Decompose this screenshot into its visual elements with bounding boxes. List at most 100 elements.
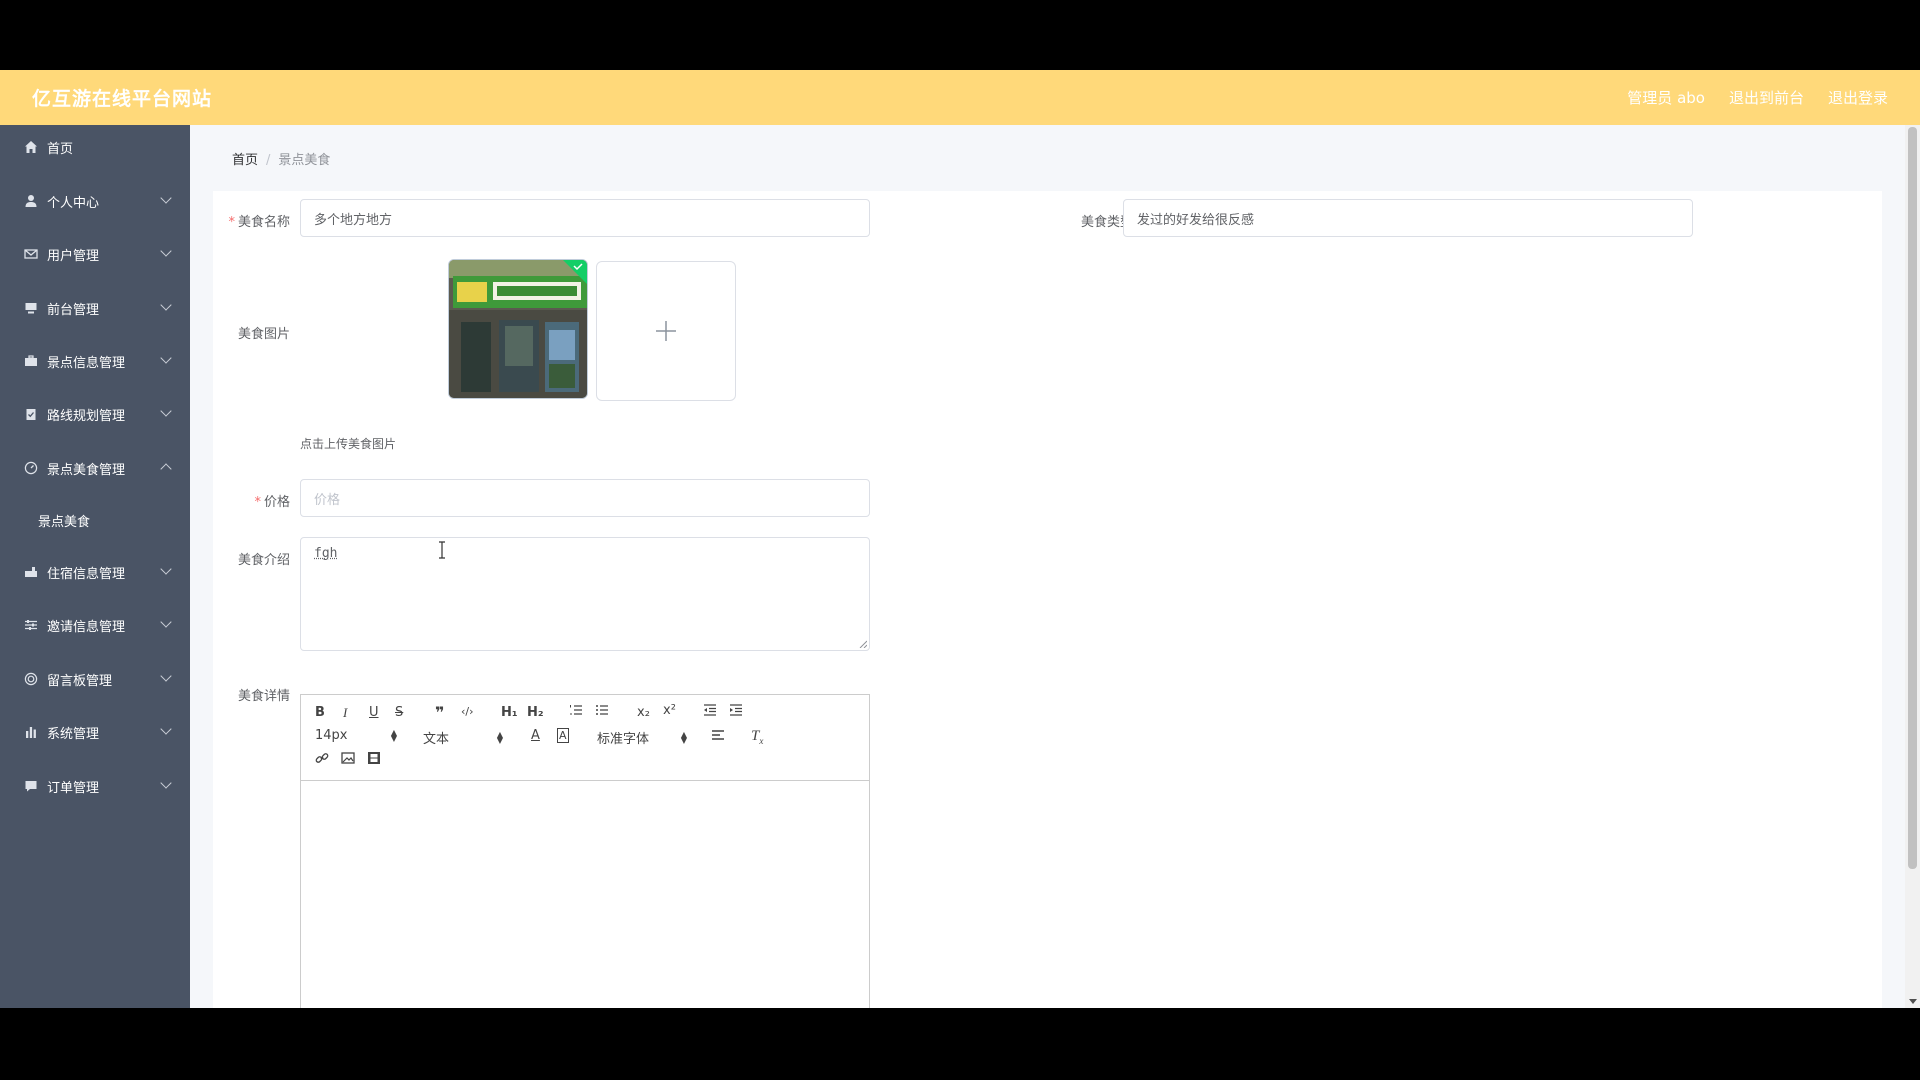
chevron-down-icon	[160, 777, 172, 789]
food-name-label: * 美食名称	[228, 215, 290, 230]
food-intro-label: 美食介绍	[237, 553, 290, 568]
underline-button[interactable]: U	[369, 705, 379, 720]
chevron-down-icon	[160, 670, 172, 682]
bold-button[interactable]: B	[315, 705, 325, 720]
required-mark: *	[254, 495, 261, 510]
select-arrows-icon: ▲ ▼	[680, 729, 687, 745]
chevron-down-icon	[160, 723, 172, 735]
sidebar-item-lodging-info[interactable]: 住宿信息管理	[0, 552, 190, 592]
breadcrumb-home[interactable]: 首页	[232, 153, 258, 168]
comment-icon	[23, 778, 39, 794]
food-type-input[interactable]: 发过的好发给很反感	[1123, 199, 1693, 237]
sidebar-item-scenic-food[interactable]: 景点美食管理	[0, 448, 190, 488]
indent-icon[interactable]	[729, 703, 743, 721]
sidebar-subitem-scenic-food[interactable]: 景点美食	[0, 500, 190, 540]
chevron-down-icon	[160, 192, 172, 204]
app-window: 亿互游在线平台网站 管理员 abo 退出到前台 退出登录 首页 个人中心 用户管…	[0, 70, 1920, 1008]
page-scrollbar[interactable]	[1905, 125, 1920, 1008]
resize-handle-icon[interactable]	[859, 640, 867, 648]
target-icon	[23, 671, 39, 687]
food-type-label: 美食类型	[1080, 215, 1133, 230]
food-intro-textarea[interactable]: fgh	[300, 537, 870, 651]
sidebar-item-system-management[interactable]: 系统管理	[0, 712, 190, 752]
mail-icon	[23, 246, 39, 262]
paragraph-format-select[interactable]: 文本 ▲ ▼	[423, 728, 503, 747]
blockquote-icon[interactable]: ❞	[435, 703, 444, 722]
food-name-input[interactable]: 多个地方地方	[300, 199, 870, 237]
background-color-button[interactable]: A	[557, 728, 569, 743]
ordered-list-icon[interactable]	[569, 703, 583, 721]
header-links: 管理员 abo 退出到前台 退出登录	[1627, 87, 1888, 108]
chevron-down-icon	[160, 563, 172, 575]
align-icon[interactable]	[711, 728, 725, 746]
clear-format-button[interactable]: Tx	[751, 728, 763, 746]
font-size-select[interactable]: 14px ▲ ▼	[315, 728, 397, 743]
subscript-button[interactable]: x₂	[637, 705, 650, 720]
upload-add-button[interactable]	[596, 261, 736, 401]
link-icon[interactable]	[315, 751, 329, 769]
top-header: 亿互游在线平台网站 管理员 abo 退出到前台 退出登录	[0, 70, 1920, 125]
editor-toolbar: B I U S ❞ ‹/› H₁ H₂ x₂ x² 14px ▲ ▼ 文本 ▲ …	[301, 695, 869, 781]
bar-chart-icon	[23, 724, 39, 740]
chevron-down-icon	[160, 405, 172, 417]
clipboard-icon	[23, 406, 39, 422]
italic-button[interactable]: I	[343, 705, 347, 721]
upload-success-badge	[563, 260, 587, 284]
superscript-button[interactable]: x²	[663, 703, 676, 718]
logout-link[interactable]: 退出登录	[1828, 87, 1888, 108]
sidebar-item-personal-center[interactable]: 个人中心	[0, 181, 190, 221]
sidebar-item-route-planning[interactable]: 路线规划管理	[0, 394, 190, 434]
monitor-icon	[23, 300, 39, 316]
main-content: 首页 / 景点美食 * 美食名称 多个地方地方 美食类型 发过的好发给很反感 美食图片	[190, 125, 1905, 1008]
upload-hint: 点击上传美食图片	[300, 437, 397, 451]
chevron-down-icon	[160, 352, 172, 364]
sidebar-item-home[interactable]: 首页	[0, 127, 190, 167]
food-image-label: 美食图片	[237, 327, 290, 342]
chevron-down-icon	[160, 299, 172, 311]
food-intro-text: fgh	[314, 546, 338, 561]
scrollbar-thumb[interactable]	[1908, 127, 1917, 869]
user-icon	[23, 193, 39, 209]
chevron-down-icon	[160, 245, 172, 257]
text-cursor-icon	[439, 541, 445, 559]
editor-content-area[interactable]	[301, 781, 869, 1008]
chevron-up-icon	[160, 463, 172, 475]
breadcrumb-current: 景点美食	[278, 153, 331, 168]
rich-text-editor: B I U S ❞ ‹/› H₁ H₂ x₂ x² 14px ▲ ▼ 文本 ▲ …	[300, 694, 870, 1008]
font-color-button[interactable]: A	[531, 728, 540, 743]
plus-icon	[656, 321, 676, 341]
strikethrough-button[interactable]: S	[395, 705, 403, 720]
sidebar-item-front-management[interactable]: 前台管理	[0, 288, 190, 328]
sidebar-item-user-management[interactable]: 用户管理	[0, 234, 190, 274]
sidebar-item-scenic-info[interactable]: 景点信息管理	[0, 341, 190, 381]
uploaded-food-image[interactable]	[448, 259, 588, 399]
sidebar-item-order-management[interactable]: 订单管理	[0, 766, 190, 806]
font-family-select[interactable]: 标准字体 ▲ ▼	[597, 728, 687, 747]
price-input[interactable]: 价格	[300, 479, 870, 517]
scroll-down-arrow-icon[interactable]	[1909, 999, 1917, 1004]
breadcrumb: 首页 / 景点美食	[232, 149, 330, 168]
sidebar: 首页 个人中心 用户管理 前台管理 景点信息管理 路线规划管理 景点美食管理 景…	[0, 125, 190, 1008]
image-icon[interactable]	[341, 751, 355, 769]
video-icon[interactable]	[367, 751, 381, 769]
sidebar-item-message-board[interactable]: 留言板管理	[0, 659, 190, 699]
heading-2-button[interactable]: H₂	[527, 705, 544, 720]
select-arrows-icon: ▲ ▼	[390, 727, 397, 743]
code-block-icon[interactable]: ‹/›	[461, 705, 474, 718]
food-form: * 美食名称 多个地方地方 美食类型 发过的好发给很反感 美食图片 点击上传美食…	[213, 191, 1882, 1008]
compass-icon	[23, 460, 39, 476]
hotel-icon	[23, 564, 39, 580]
admin-user-link[interactable]: 管理员 abo	[1627, 87, 1705, 108]
chevron-down-icon	[160, 616, 172, 628]
heading-1-button[interactable]: H₁	[501, 705, 518, 720]
breadcrumb-separator: /	[266, 153, 271, 168]
site-title: 亿互游在线平台网站	[32, 88, 213, 110]
briefcase-icon	[23, 353, 39, 369]
bullet-list-icon[interactable]	[595, 703, 609, 721]
home-icon	[23, 139, 39, 155]
sidebar-item-invitation-info[interactable]: 邀请信息管理	[0, 605, 190, 645]
back-to-front-link[interactable]: 退出到前台	[1729, 87, 1804, 108]
sliders-icon	[23, 617, 39, 633]
outdent-icon[interactable]	[703, 703, 717, 721]
price-label: * 价格	[254, 495, 290, 510]
